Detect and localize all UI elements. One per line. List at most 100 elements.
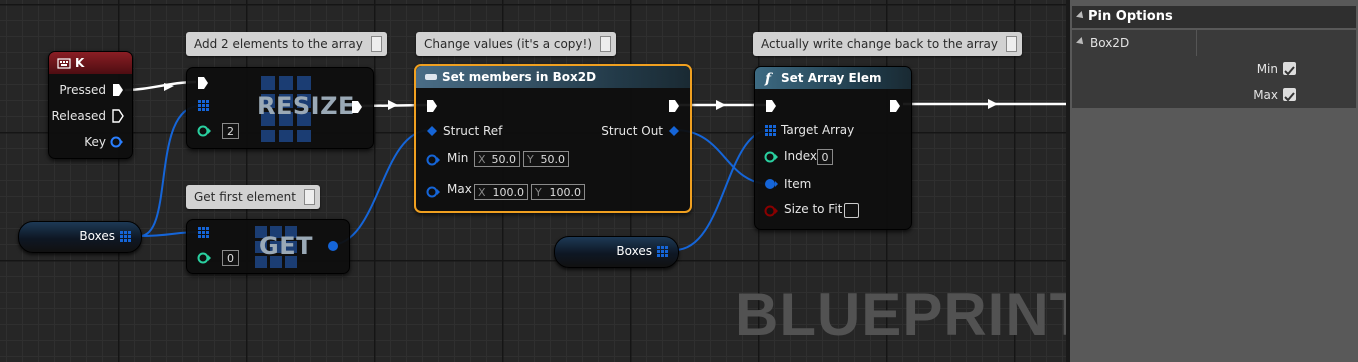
node-title: K xyxy=(75,56,85,70)
column-divider xyxy=(1196,30,1197,56)
function-icon: f xyxy=(764,71,774,87)
comment-set-members[interactable]: Change values (it's a copy!) xyxy=(416,32,617,56)
struct-icon xyxy=(425,74,437,80)
pin-label-released: Released xyxy=(51,109,106,123)
array-pin-target[interactable] xyxy=(198,227,210,239)
node-title: Set Array Elem xyxy=(781,71,882,85)
struct-pin-min[interactable] xyxy=(426,154,442,166)
pin-label-target-array: Target Array xyxy=(781,123,855,137)
exec-wire-arrow xyxy=(988,99,998,109)
option-row-min[interactable]: Min xyxy=(1072,56,1356,82)
comment-note-icon xyxy=(600,36,612,52)
comment-text: Get first element xyxy=(194,190,296,204)
resize-node[interactable]: RESIZE 2 xyxy=(186,67,374,149)
boxes-variable-node[interactable]: Boxes xyxy=(18,221,142,253)
blueprint-watermark: BLUEPRINT xyxy=(735,281,1066,348)
blueprint-graph[interactable]: Add 2 elements to the array Change value… xyxy=(0,0,1066,362)
struct-pin-max[interactable] xyxy=(426,186,442,198)
node-header: f Set Array Elem xyxy=(755,67,911,89)
comment-text: Actually write change back to the array xyxy=(761,37,998,51)
pin-options-panel: Pin Options Box2D Min Max xyxy=(1066,0,1358,362)
exec-pin-out[interactable] xyxy=(668,99,680,113)
exec-pin-pressed[interactable] xyxy=(112,83,124,97)
int-pin-size[interactable] xyxy=(197,125,213,137)
node-compact-title: GET xyxy=(259,232,313,260)
get-node[interactable]: GET 0 xyxy=(186,219,350,274)
max-x-value: 100.0 xyxy=(492,186,525,199)
panel-header[interactable]: Pin Options xyxy=(1072,6,1356,28)
comment-text: Change values (it's a copy!) xyxy=(424,37,593,51)
struct-out-pin[interactable] xyxy=(669,126,679,136)
comment-note-icon xyxy=(1005,36,1017,52)
pin-label-pressed: Pressed xyxy=(59,83,106,97)
struct-pin-out[interactable] xyxy=(327,240,341,252)
set-members-node[interactable]: Set members in Box2D Struct Ref Struct O… xyxy=(414,64,692,213)
struct-ref-pin[interactable] xyxy=(427,126,437,136)
index-value-input[interactable]: 0 xyxy=(222,250,239,266)
max-y-input[interactable]: Y 100.0 xyxy=(531,184,585,200)
array-pin-target[interactable] xyxy=(765,125,777,137)
min-checkbox[interactable] xyxy=(1283,62,1296,76)
collapse-arrow-icon[interactable] xyxy=(1076,37,1086,47)
comment-resize[interactable]: Add 2 elements to the array xyxy=(186,32,387,56)
set-array-elem-node[interactable]: f Set Array Elem Target Array Index 0 It… xyxy=(754,66,912,230)
boxes-variable-node[interactable]: Boxes xyxy=(554,236,679,268)
comment-text: Add 2 elements to the array xyxy=(194,37,363,51)
bool-pin-size-to-fit[interactable] xyxy=(764,205,780,217)
pin-label-struct-ref: Struct Ref xyxy=(443,124,503,138)
collapse-arrow-icon[interactable] xyxy=(1076,11,1086,21)
section-label: Box2D xyxy=(1090,36,1130,50)
comment-note-icon xyxy=(303,189,315,205)
exec-wire-arrow xyxy=(716,100,726,110)
comment-note-icon xyxy=(370,36,382,52)
pin-label-max: Max xyxy=(447,182,472,196)
array-pin-out[interactable] xyxy=(657,246,669,258)
comment-get[interactable]: Get first element xyxy=(186,185,320,209)
exec-pin-out[interactable] xyxy=(889,99,901,113)
option-label-min: Min xyxy=(1256,62,1278,76)
min-y-input[interactable]: Y 50.0 xyxy=(523,151,569,167)
exec-pin-released[interactable] xyxy=(112,109,124,123)
pin-label-index: Index xyxy=(784,149,818,163)
comment-set-array-elem[interactable]: Actually write change back to the array xyxy=(753,32,1022,56)
pin-label-struct-out: Struct Out xyxy=(601,124,663,138)
axis-label-y: Y xyxy=(527,153,534,166)
size-value-input[interactable]: 2 xyxy=(222,123,239,139)
axis-label-x: X xyxy=(478,153,486,166)
variable-label: Boxes xyxy=(79,229,115,243)
index-value-input[interactable]: 0 xyxy=(817,149,833,165)
int-pin-index[interactable] xyxy=(764,151,780,163)
exec-pin-in[interactable] xyxy=(197,76,209,90)
key-k-event-node[interactable]: K Pressed Released Key xyxy=(48,51,133,159)
option-row-max[interactable]: Max xyxy=(1072,82,1356,108)
keyboard-icon xyxy=(57,58,71,69)
exec-wire-arrow xyxy=(388,100,398,110)
max-checkbox[interactable] xyxy=(1283,88,1296,102)
size-to-fit-checkbox[interactable] xyxy=(844,203,859,218)
svg-text:f: f xyxy=(764,71,774,87)
panel-title: Pin Options xyxy=(1088,9,1173,24)
node-title: Set members in Box2D xyxy=(442,70,597,84)
node-header: Set members in Box2D xyxy=(416,66,690,88)
section-row-box2d[interactable]: Box2D xyxy=(1072,30,1356,56)
pin-label-size-to-fit: Size to Fit xyxy=(784,202,843,216)
struct-pin-item[interactable] xyxy=(764,178,780,190)
exec-pin-in[interactable] xyxy=(426,99,438,113)
exec-pin-in[interactable] xyxy=(765,99,777,113)
max-x-input[interactable]: X 100.0 xyxy=(474,184,528,200)
pin-label-key: Key xyxy=(84,135,106,149)
node-header: K xyxy=(49,52,132,74)
variable-label: Boxes xyxy=(616,244,652,258)
key-pin[interactable] xyxy=(110,136,124,148)
pin-label-min: Min xyxy=(447,151,469,165)
exec-pin-out[interactable] xyxy=(351,100,363,114)
array-pin-target[interactable] xyxy=(198,100,210,112)
pin-label-item: Item xyxy=(784,177,812,191)
checkmark-icon xyxy=(1284,92,1295,102)
min-y-value: 50.0 xyxy=(540,153,566,166)
max-y-value: 100.0 xyxy=(549,186,582,199)
axis-label-x: X xyxy=(478,186,486,199)
array-pin-out[interactable] xyxy=(120,231,132,243)
min-x-input[interactable]: X 50.0 xyxy=(474,151,520,167)
int-pin-index[interactable] xyxy=(197,252,213,264)
